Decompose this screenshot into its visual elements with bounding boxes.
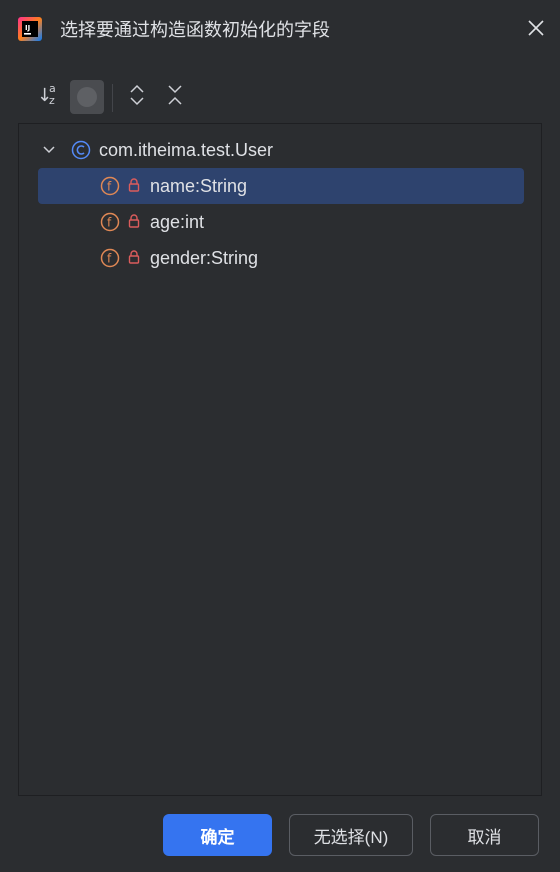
svg-text:f: f	[107, 180, 112, 194]
ok-button[interactable]: 确定	[163, 814, 272, 856]
show-fields-toggle-button[interactable]	[70, 80, 104, 114]
svg-text:IJ: IJ	[25, 24, 30, 32]
svg-text:f: f	[107, 216, 112, 230]
field-icon: f	[100, 212, 120, 232]
toolbar-separator	[112, 84, 113, 112]
expand-all-button[interactable]	[120, 80, 154, 114]
field-label: name:String	[150, 176, 248, 196]
sort-alphabetically-button[interactable]: ↓ a z	[32, 80, 66, 114]
field-label: gender:String	[150, 248, 259, 268]
toolbar: ↓ a z	[30, 80, 530, 116]
class-icon	[71, 140, 91, 160]
tree-node-class[interactable]: com.itheima.test.User	[19, 132, 541, 168]
field-label: age:int	[150, 212, 205, 232]
tree-node-field[interactable]: f name:String	[38, 168, 524, 204]
fields-tree[interactable]: com.itheima.test.User f name:String f ag…	[18, 123, 542, 796]
cancel-button[interactable]: 取消	[430, 814, 539, 856]
private-lock-icon	[128, 214, 140, 228]
expand-all-icon	[128, 84, 146, 111]
collapse-all-button[interactable]	[158, 80, 192, 114]
title-bar: IJ 选择要通过构造函数初始化的字段	[0, 0, 560, 60]
close-icon	[527, 19, 545, 42]
field-icon: f	[100, 176, 120, 196]
intellij-idea-icon: IJ	[18, 17, 42, 41]
close-button[interactable]	[522, 16, 550, 44]
svg-text:f: f	[107, 252, 112, 266]
field-icon: f	[100, 248, 120, 268]
select-none-button[interactable]: 无选择(N)	[289, 814, 413, 856]
private-lock-icon	[128, 250, 140, 264]
chevron-down-icon[interactable]	[41, 142, 57, 158]
class-name-label: com.itheima.test.User	[99, 140, 274, 160]
private-lock-icon	[128, 178, 140, 192]
sort-alphabetically-icon: ↓ a z	[37, 82, 56, 107]
constructor-fields-dialog: IJ 选择要通过构造函数初始化的字段 ↓ a z com.itheima.tes…	[0, 0, 560, 872]
dialog-title: 选择要通过构造函数初始化的字段	[60, 20, 330, 40]
collapse-all-icon	[166, 84, 184, 111]
tree-node-field[interactable]: f age:int	[38, 204, 524, 240]
tree-node-field[interactable]: f gender:String	[38, 240, 524, 276]
show-fields-toggle-icon	[77, 87, 97, 107]
